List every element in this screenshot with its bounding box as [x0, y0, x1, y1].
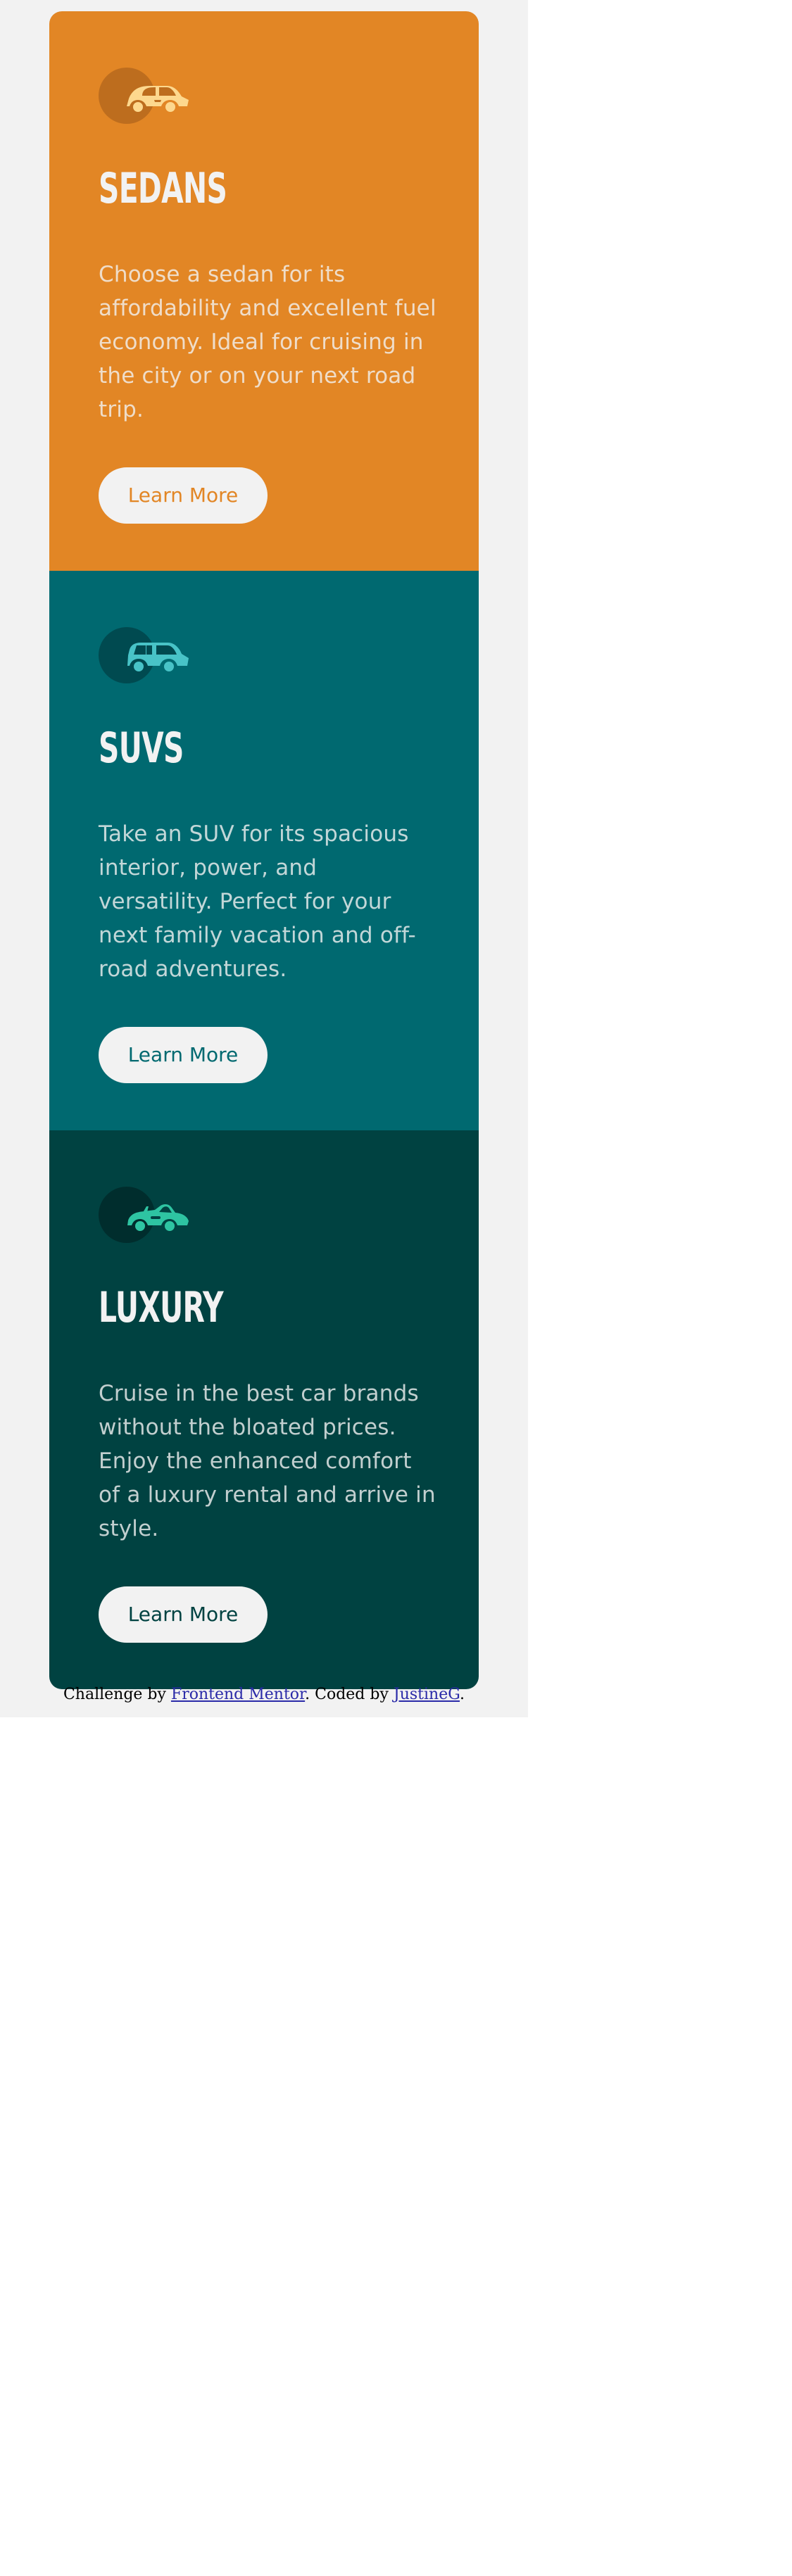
luxury-card: LUXURY Cruise in the best car brands wit… [49, 1130, 479, 1689]
author-link[interactable]: JustineG [394, 1686, 460, 1703]
suvs-learn-more-button[interactable]: Learn More [99, 1027, 268, 1083]
luxury-car-icon [127, 1204, 189, 1231]
suv-car-icon [127, 643, 189, 671]
sedans-title: SEDANS [99, 164, 227, 213]
car-category-cards: SEDANS Choose a sedan for its affordabil… [49, 11, 479, 1689]
sedan-car-icon [127, 86, 189, 112]
attribution-suffix: . [460, 1686, 465, 1703]
sedan-icon-wrapper [99, 68, 190, 124]
sedans-card: SEDANS Choose a sedan for its affordabil… [49, 11, 479, 571]
luxury-icon-wrapper [99, 1187, 190, 1243]
attribution-middle: . Coded by [305, 1686, 394, 1703]
attribution-footer: Challenge by Frontend Mentor. Coded by J… [0, 1684, 528, 1706]
suvs-card: SUVS Take an SUV for its spacious interi… [49, 571, 479, 1130]
sedans-description: Choose a sedan for its affordability and… [99, 262, 436, 422]
luxury-title: LUXURY [99, 1283, 224, 1332]
luxury-description: Cruise in the best car brands without th… [99, 1381, 436, 1541]
attribution-prefix: Challenge by [63, 1686, 171, 1703]
sedans-learn-more-button[interactable]: Learn More [99, 467, 268, 524]
suvs-title: SUVS [99, 724, 184, 773]
luxury-learn-more-button[interactable]: Learn More [99, 1586, 268, 1643]
suvs-description: Take an SUV for its spacious interior, p… [99, 821, 416, 982]
suv-icon-wrapper [99, 627, 190, 683]
frontend-mentor-link[interactable]: Frontend Mentor [171, 1686, 305, 1703]
